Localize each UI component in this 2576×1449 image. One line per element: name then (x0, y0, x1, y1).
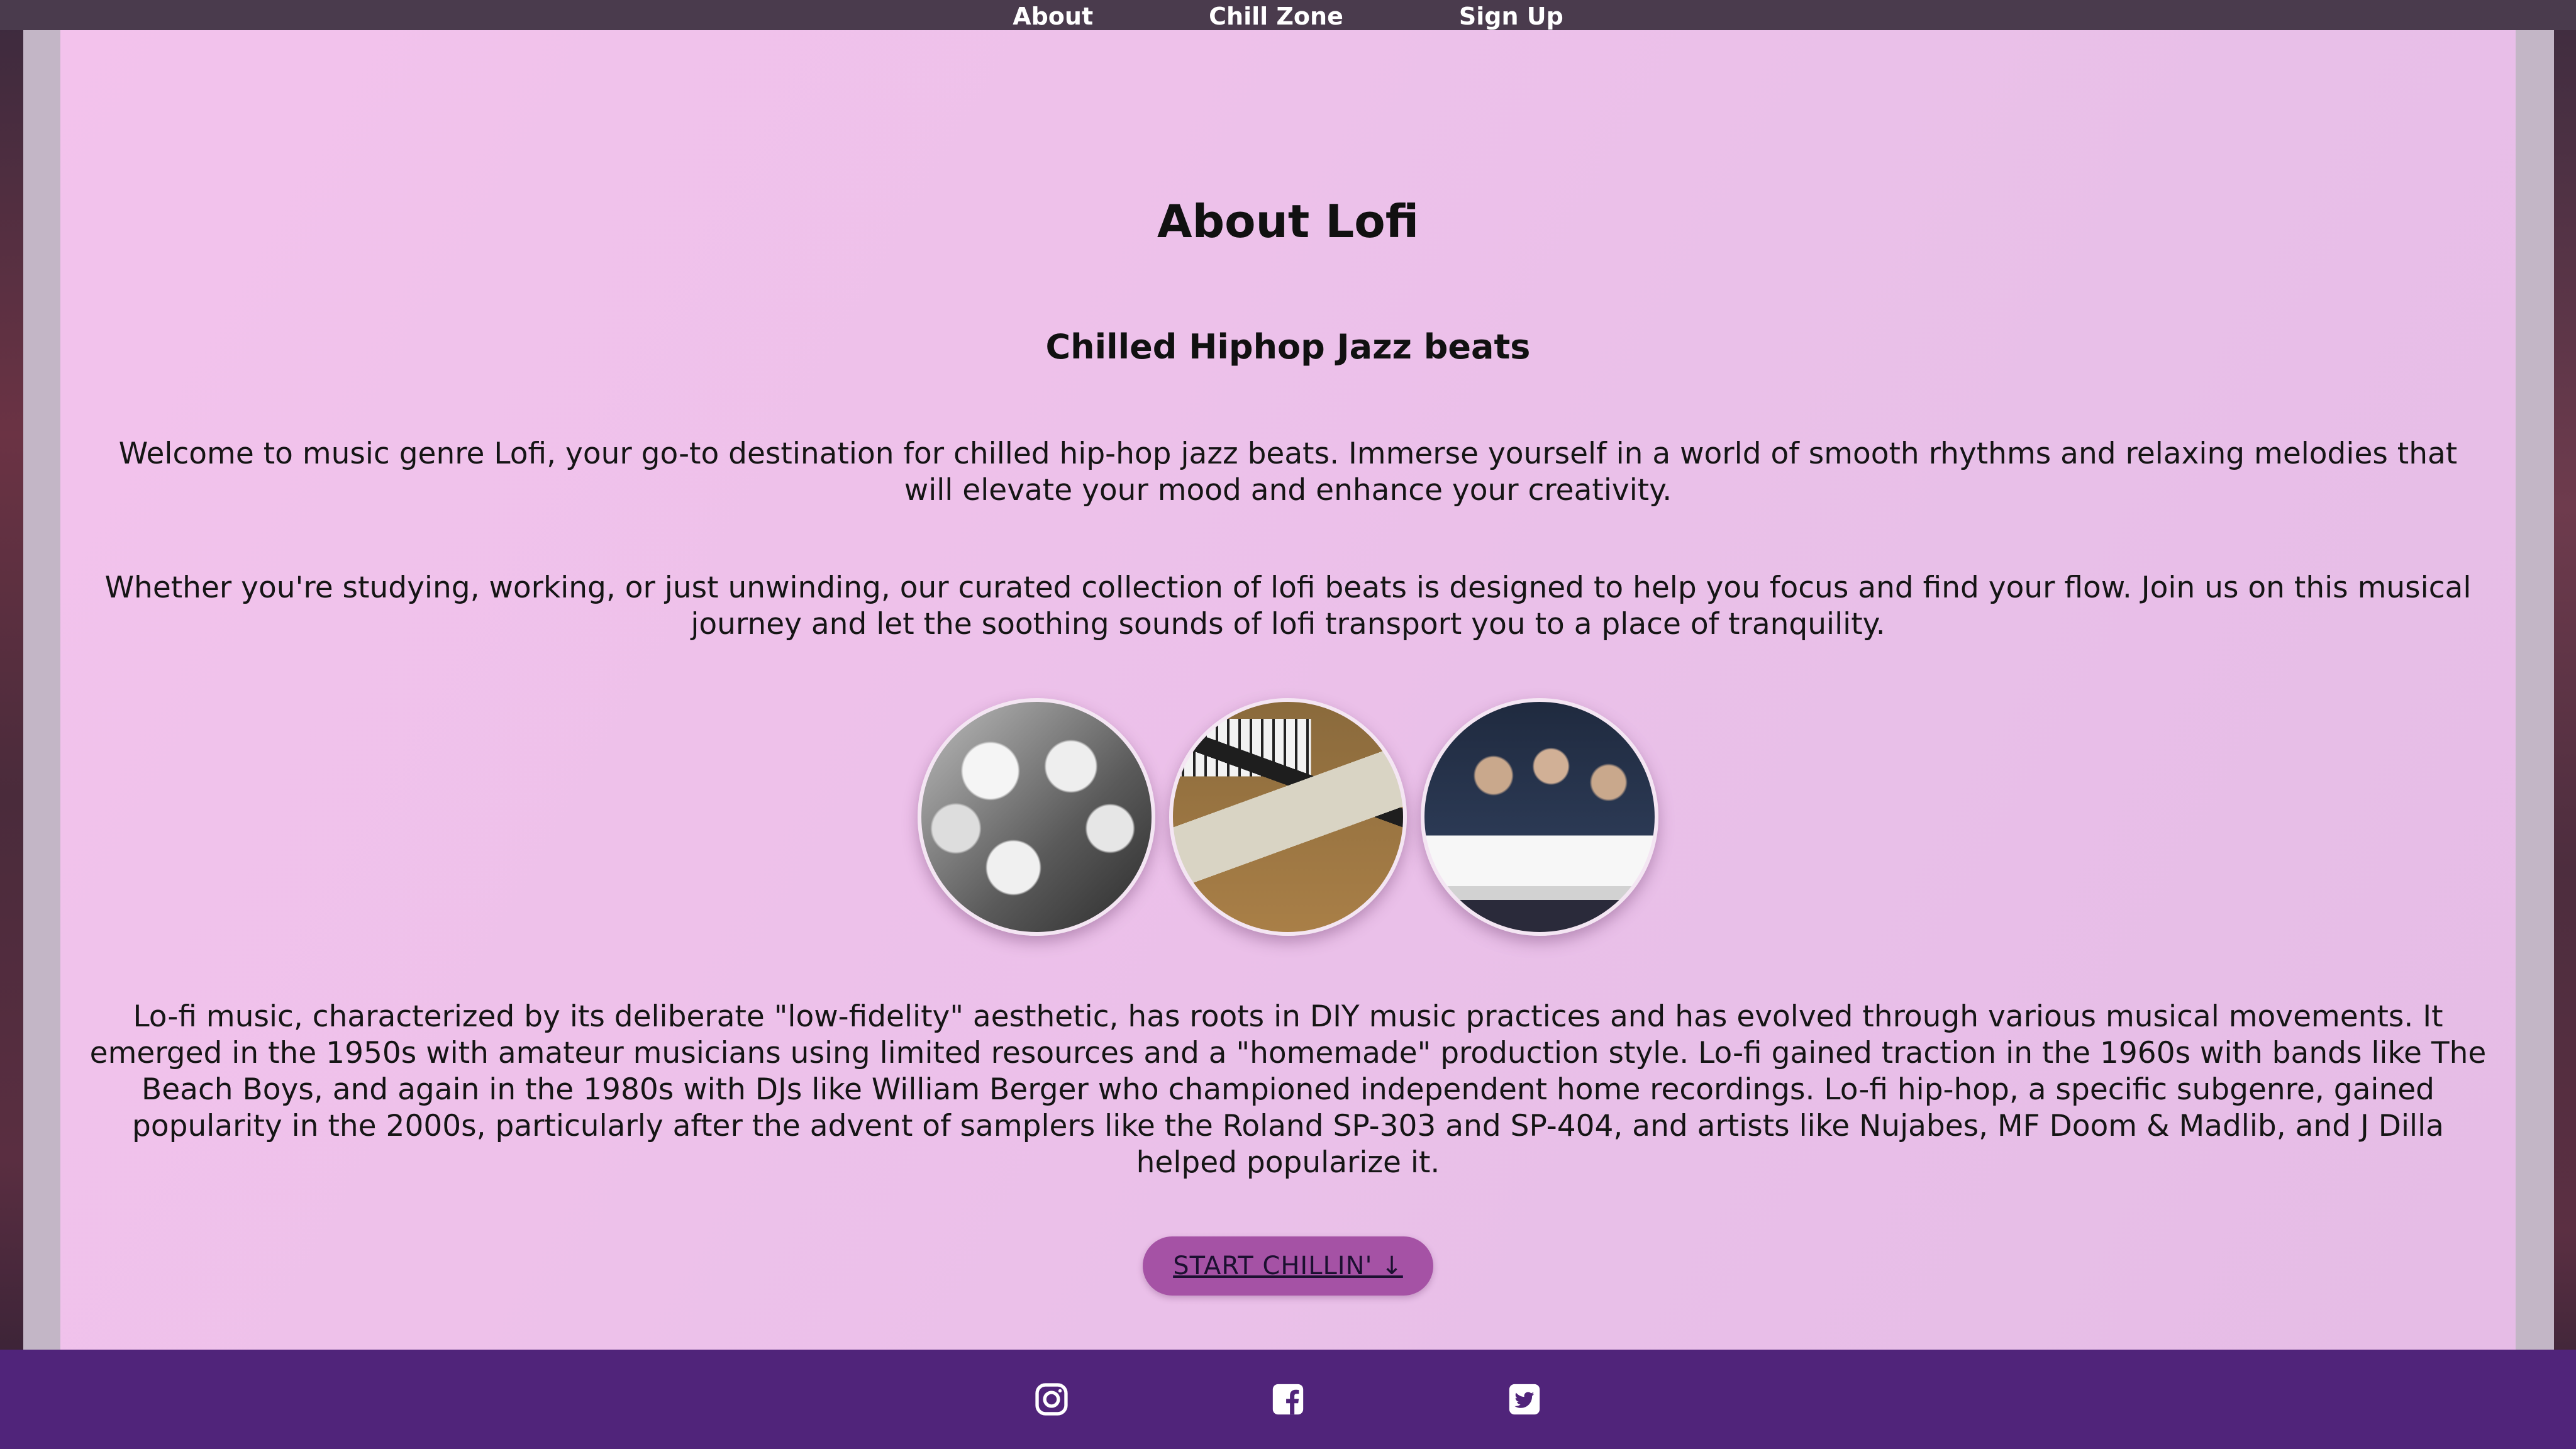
nav-link-sign-up[interactable]: Sign Up (1459, 1, 1563, 31)
nav-link-chill-zone[interactable]: Chill Zone (1209, 1, 1343, 31)
intro-paragraph: Welcome to music genre Lofi, your go-to … (118, 436, 2458, 508)
facebook-icon[interactable] (1270, 1381, 1306, 1418)
mission-paragraph: Whether you're studying, working, or jus… (104, 570, 2472, 641)
footer (0, 1350, 2576, 1449)
background-left-edge (0, 0, 23, 1449)
start-chillin-label: START CHILLIN' ↓ (1173, 1252, 1403, 1280)
photo-band-at-piano (1421, 698, 1658, 936)
history-paragraph: Lo-fi music, characterized by its delibe… (89, 999, 2487, 1180)
start-chillin-button[interactable]: START CHILLIN' ↓ (1143, 1236, 1433, 1296)
page-title: About Lofi (1157, 195, 1419, 248)
twitter-icon[interactable] (1506, 1381, 1543, 1418)
panel-frame-left (23, 0, 60, 1350)
about-panel: About Lofi Chilled Hiphop Jazz beats Wel… (60, 30, 2516, 1350)
photo-beach-boys-group (918, 698, 1155, 936)
photo-gallery (60, 698, 2516, 936)
panel-frame-right (2516, 0, 2554, 1350)
background-right-edge (2554, 0, 2576, 1449)
page-subtitle: Chilled Hiphop Jazz beats (1045, 327, 1531, 367)
instagram-icon[interactable] (1033, 1381, 1070, 1418)
nav-link-about[interactable]: About (1013, 1, 1093, 31)
photo-home-studio-gear (1169, 698, 1407, 936)
top-nav: About Chill Zone Sign Up (0, 0, 2576, 30)
